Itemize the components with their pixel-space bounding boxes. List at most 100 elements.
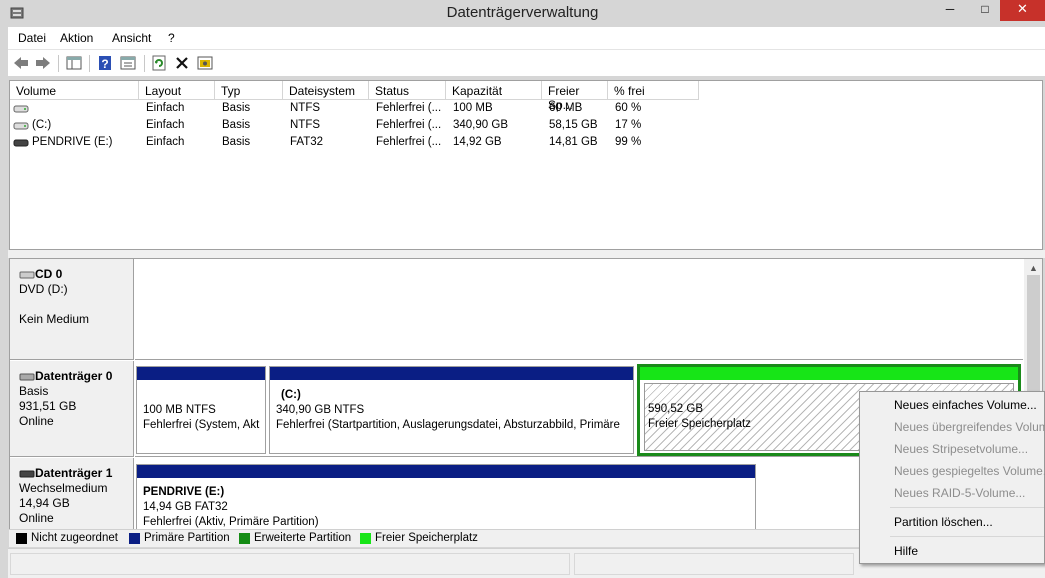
volume-status: Fehlerfrei (...	[376, 119, 442, 131]
pane-splitter[interactable]	[8, 250, 1045, 258]
volume-freier-speicher: 14,81 GB	[549, 136, 598, 148]
menu-ansicht[interactable]: Ansicht	[112, 31, 151, 45]
menu-datei[interactable]: Datei	[18, 31, 46, 45]
disk-area-cd0[interactable]	[135, 259, 1023, 360]
status-segment	[574, 553, 854, 575]
volume-layout: Einfach	[146, 119, 185, 131]
partition-status: Freier Speicherplatz	[648, 418, 751, 430]
legend-swatch-free-space	[360, 533, 371, 544]
volume-typ: Basis	[222, 136, 251, 148]
usb-drive-icon	[19, 470, 35, 477]
volume-dateisystem: NTFS	[290, 119, 321, 131]
legend-swatch-unallocated	[16, 533, 27, 544]
volume-status: Fehlerfrei (...	[376, 102, 442, 114]
volume-prozent-frei: 99 %	[615, 136, 642, 148]
status-segment	[10, 553, 570, 575]
maximize-button[interactable]: □	[972, 0, 998, 21]
volume-prozent-frei: 60 %	[615, 102, 642, 114]
menu-aktion[interactable]: Aktion	[60, 31, 93, 45]
col-header-kapazitaet[interactable]: Kapazität	[446, 81, 542, 100]
col-header-prozent-frei[interactable]: % frei	[608, 81, 699, 100]
disk-size: 14,94 GB	[19, 496, 70, 510]
legend-swatch-extended	[239, 533, 250, 544]
volume-kapazitaet: 14,92 GB	[453, 136, 502, 148]
col-header-freier-speicher[interactable]: Freier Sp...	[542, 81, 608, 112]
partition-size: 340,90 GB NTFS	[276, 404, 365, 416]
menu-delete-partition[interactable]: Partition löschen...	[894, 515, 993, 529]
menu-help-item[interactable]: Hilfe	[894, 544, 918, 558]
disk-info-disk0[interactable]: Datenträger 0 Basis 931,51 GB Online	[10, 361, 134, 457]
disk-info-disk1[interactable]: Datenträger 1 Wechselmedium 14,94 GB Onl…	[10, 458, 134, 529]
menu-new-spanned-volume[interactable]: Neues übergreifendes Volume...	[894, 420, 1045, 434]
col-header-volume[interactable]: Volume	[10, 81, 139, 100]
menu-help[interactable]: ?	[168, 31, 175, 45]
cd-drive-icon	[19, 271, 35, 278]
volume-kapazitaet: 340,90 GB	[453, 119, 508, 131]
volume-typ: Basis	[222, 119, 251, 131]
col-header-typ[interactable]: Typ	[215, 81, 283, 100]
properties-icon[interactable]	[119, 54, 137, 72]
usb-drive-icon	[13, 139, 29, 147]
volume-layout: Einfach	[146, 136, 185, 148]
partition-title: (C:)	[281, 389, 301, 401]
back-arrow-icon[interactable]	[12, 54, 30, 72]
partition-pendrive[interactable]: PENDRIVE (E:) 14,94 GB FAT32 Fehlerfrei …	[136, 464, 756, 529]
menu-separator	[890, 536, 1044, 537]
col-header-dateisystem[interactable]: Dateisystem	[283, 81, 369, 100]
legend-label: Freier Speicherplatz	[375, 532, 478, 544]
legend-label: Erweiterte Partition	[254, 532, 352, 544]
disk-drive-letter: DVD (D:)	[19, 282, 68, 296]
menu-separator	[890, 507, 1044, 508]
volume-layout: Einfach	[146, 102, 185, 114]
partition-c[interactable]: (C:) 340,90 GB NTFS Fehlerfrei (Startpar…	[269, 366, 634, 454]
disk-size: 931,51 GB	[19, 399, 77, 413]
title-bar: Datenträgerverwaltung ─ □ ✕	[0, 0, 1045, 26]
volume-dateisystem: NTFS	[290, 102, 321, 114]
volume-freier-speicher: 58,15 GB	[549, 119, 598, 131]
help-icon[interactable]: ?	[96, 54, 114, 72]
col-header-status[interactable]: Status	[369, 81, 446, 100]
disk-type: Wechselmedium	[19, 481, 108, 495]
disk-name: Datenträger 1	[35, 466, 113, 480]
minimize-button[interactable]: ─	[937, 0, 963, 21]
volume-typ: Basis	[222, 102, 251, 114]
volume-name: (C:)	[32, 119, 52, 131]
disk-info-cd0[interactable]: CD 0 DVD (D:) Kein Medium	[10, 259, 134, 360]
refresh-icon[interactable]	[150, 54, 168, 72]
forward-arrow-icon[interactable]	[34, 54, 52, 72]
volume-kapazitaet: 100 MB	[453, 102, 493, 114]
window-title: Datenträgerverwaltung	[446, 4, 599, 21]
volume-name: PENDRIVE (E:)	[32, 136, 113, 148]
partition-status: Fehlerfrei (Startpartition, Auslagerungs…	[276, 419, 620, 431]
disk-state: Online	[19, 511, 54, 525]
volume-prozent-frei: 17 %	[615, 119, 642, 131]
disk-media-status: Kein Medium	[19, 312, 90, 326]
volume-list: Volume Layout Typ Dateisystem Status Kap…	[9, 80, 1043, 250]
disk-name: Datenträger 0	[35, 369, 113, 383]
drive-icon	[13, 105, 29, 113]
menu-new-simple-volume[interactable]: Neues einfaches Volume...	[894, 398, 1037, 412]
col-header-layout[interactable]: Layout	[139, 81, 215, 100]
hard-disk-icon	[19, 373, 35, 380]
legend-swatch-primary	[129, 533, 140, 544]
legend-label: Primäre Partition	[144, 532, 230, 544]
disk-type: Basis	[19, 384, 49, 398]
volume-status: Fehlerfrei (...	[376, 136, 442, 148]
settings-icon[interactable]	[196, 54, 214, 72]
legend-label: Nicht zugeordnet	[31, 532, 118, 544]
scroll-up-arrow-icon[interactable]: ▲	[1029, 263, 1038, 273]
menu-new-mirrored-volume[interactable]: Neues gespiegeltes Volume...	[894, 464, 1045, 478]
svg-text:?: ?	[101, 57, 108, 71]
partition-status: Fehlerfrei (System, Akt	[143, 419, 260, 431]
delete-icon[interactable]	[173, 54, 191, 72]
close-button[interactable]: ✕	[1000, 0, 1045, 21]
menu-new-raid5-volume[interactable]: Neues RAID-5-Volume...	[894, 486, 1025, 500]
menu-new-striped-volume[interactable]: Neues Stripesetvolume...	[894, 442, 1028, 456]
partition-status: Fehlerfrei (Aktiv, Primäre Partition)	[143, 516, 319, 528]
disk-name: CD 0	[35, 267, 63, 281]
volume-freier-speicher: 60 MB	[549, 102, 583, 114]
console-tree-icon[interactable]	[65, 54, 83, 72]
disk-state: Online	[19, 414, 54, 428]
partition-title: PENDRIVE (E:)	[143, 486, 225, 498]
partition-system-reserved[interactable]: 100 MB NTFS Fehlerfrei (System, Akt	[136, 366, 266, 454]
